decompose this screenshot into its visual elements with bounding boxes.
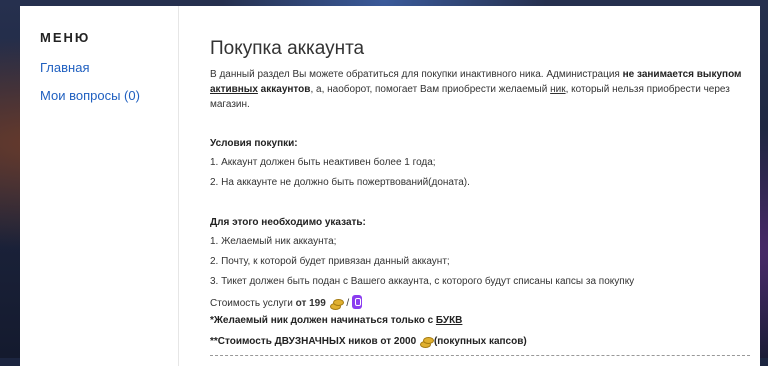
intro-bold-1: не занимается выкупом: [622, 69, 742, 80]
price-separator: /: [343, 298, 350, 309]
intro-bold-accounts: аккаунтов: [257, 84, 311, 95]
intro-bold-active: активных: [210, 84, 258, 95]
price-line: Стоимость услуги от 199 /: [210, 295, 362, 310]
note-letters-text: *Желаемый ник должен начинаться только с: [210, 315, 436, 326]
main-content: Покупка аккаунта В данный раздел Вы може…: [210, 6, 750, 366]
sidebar-item-home[interactable]: Главная: [40, 60, 89, 75]
requirements-item-2: 2. Почту, к которой будет привязан данны…: [210, 256, 450, 267]
menu-title: МЕНЮ: [40, 30, 91, 45]
intro-text-1: В данный раздел Вы можете обратиться для…: [210, 69, 623, 80]
note-letters-word: БУКВ: [435, 315, 463, 326]
requirements-item-1: 1. Желаемый ник аккаунта;: [210, 236, 337, 247]
conditions-item-1: 1. Аккаунт должен быть неактивен более 1…: [210, 157, 436, 168]
sidebar-item-my-questions[interactable]: Мои вопросы (0): [40, 88, 140, 103]
price-prefix: Стоимость услуги: [210, 298, 296, 309]
caps-coin-icon: [329, 296, 344, 310]
price-value: от 199: [295, 298, 326, 309]
note-letters: *Желаемый ник должен начинаться только с…: [210, 315, 462, 326]
note-two-digit: **Стоимость ДВУЗНАЧНЫХ ников от 2000 (по…: [210, 334, 527, 348]
intro-text-2: , а, наоборот, помогает Вам приобрести ж…: [310, 84, 551, 95]
conditions-title: Условия покупки:: [210, 138, 298, 149]
premium-gem-icon: [351, 295, 362, 309]
page-title: Покупка аккаунта: [210, 38, 365, 59]
requirements-title: Для этого необходимо указать:: [210, 217, 366, 228]
intro-nick-link[interactable]: ник: [550, 84, 565, 95]
requirements-item-3: 3. Тикет должен быть подан с Вашего акка…: [210, 276, 635, 287]
caps-coin-icon: [419, 334, 434, 348]
intro-paragraph: В данный раздел Вы можете обратиться для…: [210, 67, 750, 112]
note-two-digit-suffix: (покупных капсов): [433, 336, 527, 347]
note-two-digit-text: **Стоимость ДВУЗНАЧНЫХ ников от 2000: [210, 336, 417, 347]
content-card: МЕНЮ Главная Мои вопросы (0) Покупка акк…: [20, 6, 760, 366]
divider: [210, 355, 750, 356]
conditions-item-2: 2. На аккаунте не должно быть пожертвова…: [210, 177, 470, 188]
sidebar: МЕНЮ Главная Мои вопросы (0): [20, 6, 179, 366]
